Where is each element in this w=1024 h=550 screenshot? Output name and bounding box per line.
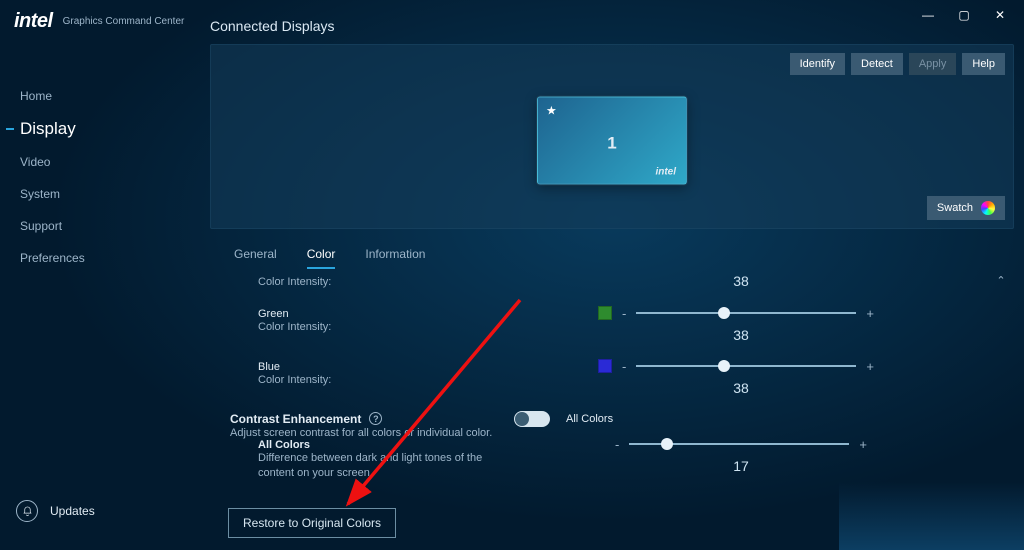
updates-button[interactable]: Updates [16, 500, 95, 522]
slider-minus[interactable]: - [605, 437, 629, 452]
sidebar-item-preferences[interactable]: Preferences [0, 242, 190, 274]
swatch-icon [981, 201, 995, 215]
brand-subtitle: Graphics Command Center [63, 16, 185, 27]
slider-plus[interactable]: + [856, 359, 884, 374]
color-value-blue: 38 [733, 380, 749, 396]
slider-minus[interactable]: - [612, 306, 636, 321]
slider-plus[interactable]: + [849, 437, 877, 452]
identify-button[interactable]: Identify [790, 53, 845, 75]
apply-button: Apply [909, 53, 957, 75]
swatch-button[interactable]: Swatch [927, 196, 1005, 220]
monitor-index: 1 [538, 133, 686, 153]
allcolors-slider-thumb[interactable] [661, 438, 673, 450]
color-row-0: Color Intensity: 38 [258, 275, 994, 290]
monitor-brand: intel [655, 166, 676, 177]
color-sublabel-green: Color Intensity: [258, 320, 488, 335]
sidebar-item-display[interactable]: Display [0, 112, 190, 146]
monitor-tile[interactable]: ★ 1 intel [537, 96, 687, 184]
sidebar-item-video[interactable]: Video [0, 146, 190, 178]
green-slider[interactable] [636, 312, 856, 314]
allcolors-value: 17 [733, 458, 749, 474]
color-value-green: 38 [733, 327, 749, 343]
app-brand: intel Graphics Command Center [14, 10, 184, 33]
sidebar-item-system[interactable]: System [0, 178, 190, 210]
restore-button[interactable]: Restore to Original Colors [228, 508, 396, 538]
tab-information[interactable]: Information [365, 241, 425, 269]
page-title: Connected Displays [210, 18, 1014, 34]
scroll-up-chevron-icon[interactable]: ⌃ [992, 271, 1010, 289]
color-sublabel-blue: Color Intensity: [258, 373, 488, 388]
brand-mark: intel [14, 10, 53, 33]
bell-icon [16, 500, 38, 522]
color-channel-green: Green [258, 308, 488, 320]
sidebar-item-home[interactable]: Home [0, 80, 190, 112]
tab-color[interactable]: Color [307, 241, 336, 269]
tab-general[interactable]: General [234, 241, 277, 269]
allcolors-toggle[interactable] [514, 411, 550, 427]
tabs: General Color Information [234, 241, 1014, 269]
blue-slider-thumb[interactable] [718, 360, 730, 372]
allcolors-label: All Colors [258, 439, 488, 451]
green-slider-thumb[interactable] [718, 307, 730, 319]
bottom-fade [839, 482, 1024, 550]
blue-slider[interactable] [636, 365, 856, 367]
slider-minus[interactable]: - [612, 359, 636, 374]
display-panel: Identify Detect Apply Help ★ 1 intel Swa… [210, 44, 1014, 229]
color-sublabel-0: Color Intensity: [258, 275, 488, 290]
color-value-0: 38 [733, 273, 749, 289]
sidebar-item-support[interactable]: Support [0, 210, 190, 242]
slider-plus[interactable]: + [856, 306, 884, 321]
detect-button[interactable]: Detect [851, 53, 903, 75]
allcolors-row: All Colors Difference between dark and l… [258, 437, 994, 481]
color-channel-blue: Blue [258, 361, 488, 373]
color-row-blue: Blue Color Intensity: - + 38 [258, 359, 994, 396]
star-icon: ★ [546, 103, 557, 117]
updates-label: Updates [50, 504, 95, 518]
sidebar: Home Display Video System Support Prefer… [0, 80, 190, 550]
allcolors-toggle-label: All Colors [566, 413, 613, 425]
color-row-green: Green Color Intensity: - + 38 [258, 306, 994, 343]
main: Connected Displays Identify Detect Apply… [210, 18, 1014, 550]
green-swatch-icon [598, 306, 612, 320]
help-button[interactable]: Help [962, 53, 1005, 75]
blue-swatch-icon [598, 359, 612, 373]
swatch-label: Swatch [937, 202, 973, 214]
contrast-header: Contrast Enhancement [230, 412, 361, 426]
info-icon[interactable]: ? [369, 412, 382, 425]
allcolors-slider[interactable] [629, 443, 849, 445]
allcolors-desc: Difference between dark and light tones … [258, 451, 488, 481]
